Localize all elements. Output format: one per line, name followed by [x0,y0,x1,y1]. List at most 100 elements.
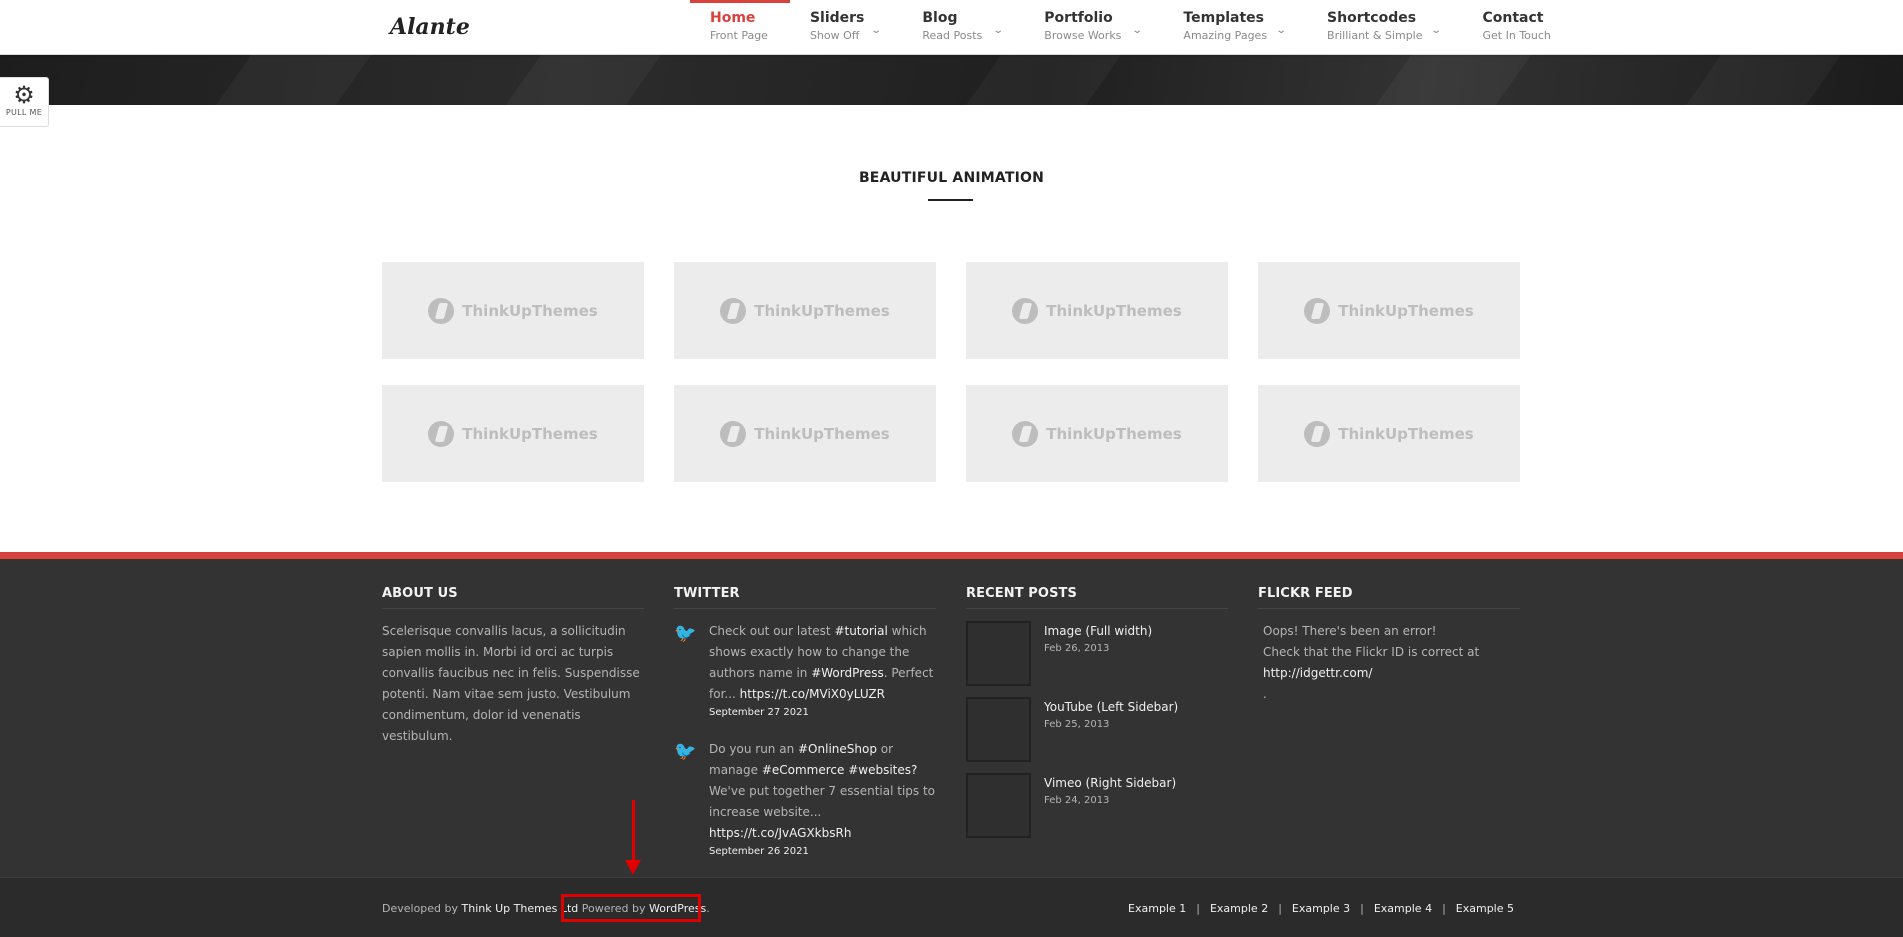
tile-label: ThinkUpThemes [462,301,598,320]
portfolio-tile[interactable]: ThinkUpThemes [382,385,644,482]
tile-label: ThinkUpThemes [1046,301,1182,320]
tile-label: ThinkUpThemes [462,424,598,443]
portfolio-tile[interactable]: ThinkUpThemes [1258,262,1520,359]
portfolio-grid: ThinkUpThemes ThinkUpThemes ThinkUpTheme… [382,262,1521,482]
separator: | [1196,902,1200,915]
hashtag-link[interactable]: #tutorial [834,624,887,638]
nav-subtitle: Get In Touch [1482,29,1551,42]
post-date: Feb 26, 2013 [1044,643,1110,654]
nav-item-home[interactable]: Home Front Page [690,0,790,55]
footer-menu: Example 1 | Example 2 | Example 3 | Example 4 |… [1128,902,1514,915]
tweet: 🐦 Check out our latest #tutorial which s… [674,621,936,721]
tweet-text: Do you run an #OnlineShop or manage #eCo… [709,739,936,844]
footer-link-example-3[interactable]: Example 3 [1292,902,1350,915]
post-title[interactable]: YouTube (Left Sidebar) [1044,698,1178,716]
thinkup-logo-icon [1012,297,1039,324]
hero-banner [0,55,1903,105]
footer-heading: ABOUT US [382,586,644,609]
tweet-text: Check out our latest #tutorial which sho… [709,621,936,705]
nav-item-templates[interactable]: Templates Amazing Pages ⌄ [1163,0,1307,55]
chevron-down-icon: ⌄ [870,25,883,36]
post-info: Vimeo (Right Sidebar) Feb 24, 2013 [1044,773,1176,838]
tweet-link[interactable]: https://t.co/JvAGXkbsRh [709,826,851,840]
nav-item-shortcodes[interactable]: Shortcodes Brilliant & Simple ⌄ [1307,0,1462,55]
nav-title: Portfolio [1044,10,1113,26]
nav-title: Contact [1482,10,1544,26]
post-title[interactable]: Vimeo (Right Sidebar) [1044,774,1176,792]
tweet: 🐦 Do you run an #OnlineShop or manage #e… [674,739,936,860]
thinkup-logo-icon [720,420,747,447]
twitter-bird-icon: 🐦 [674,623,697,644]
flickr-message: Oops! There's been an error! Check that … [1258,621,1520,705]
hashtag-link[interactable]: #WordPress [811,666,883,680]
post-thumbnail[interactable] [966,773,1031,838]
section-title: BEAUTIFUL ANIMATION [858,170,1045,186]
tile-label: ThinkUpThemes [1338,301,1474,320]
recent-post[interactable]: YouTube (Left Sidebar) Feb 25, 2013 [966,697,1228,762]
pull-me-toggle[interactable]: ⚙ PULL ME [0,77,49,127]
tweet-text-part: We've put together 7 essential tips to i… [709,784,936,819]
nav-title: Sliders [809,10,865,26]
footer-heading: FLICKR FEED [1258,586,1520,609]
nav-subtitle: Front Page [710,29,768,42]
portfolio-tile[interactable]: ThinkUpThemes [382,262,644,359]
footer-link-example-2[interactable]: Example 2 [1210,902,1268,915]
thinkup-logo-icon [1304,420,1331,447]
banner-shard [498,55,662,105]
twitter-bird-icon: 🐦 [674,741,697,762]
separator: | [1442,902,1446,915]
nav-item-sliders[interactable]: Sliders Show Off ⌄ [790,0,902,55]
flickr-hint-line: Check that the Flickr ID is correct at [1263,645,1480,659]
footer-link-example-1[interactable]: Example 1 [1128,902,1186,915]
nav-title: Shortcodes [1327,10,1417,26]
portfolio-tile[interactable]: ThinkUpThemes [966,385,1228,482]
footer-heading: RECENT POSTS [966,586,1228,609]
nav-subtitle: Amazing Pages [1183,29,1268,42]
portfolio-tile[interactable]: ThinkUpThemes [1258,385,1520,482]
chevron-down-icon: ⌄ [1430,25,1443,36]
tweet-link[interactable]: https://t.co/MViX0yLUZR [740,687,885,701]
post-info: Image (Full width) Feb 26, 2013 [1044,621,1152,686]
recent-post[interactable]: Vimeo (Right Sidebar) Feb 24, 2013 [966,773,1228,838]
chevron-down-icon: ⌄ [1274,25,1287,36]
post-thumbnail[interactable] [966,621,1031,686]
portfolio-tile[interactable]: ThinkUpThemes [674,385,936,482]
flickr-idgettr-link[interactable]: http://idgettr.com/ [1263,666,1372,680]
portfolio-tile[interactable]: ThinkUpThemes [674,262,936,359]
footer-heading: TWITTER [674,586,936,609]
footer-flickr: FLICKR FEED Oops! There's been an error!… [1258,586,1520,705]
post-info: YouTube (Left Sidebar) Feb 25, 2013 [1044,697,1178,762]
thinkup-logo-icon [1304,297,1331,324]
recent-post[interactable]: Image (Full width) Feb 26, 2013 [966,621,1228,686]
portfolio-tile[interactable]: ThinkUpThemes [966,262,1228,359]
thinkup-logo-icon [1012,420,1039,447]
chevron-down-icon: ⌄ [992,25,1004,36]
footer-twitter: TWITTER 🐦 Check out our latest #tutorial… [674,586,936,860]
nav-item-portfolio[interactable]: Portfolio Browse Works ⌄ [1024,0,1163,55]
hashtag-link[interactable]: #eCommerce #websites? [762,763,918,777]
nav-subtitle: Brilliant & Simple [1327,29,1423,42]
tweet-text-part: Check out our latest [709,624,835,638]
tile-label: ThinkUpThemes [754,424,890,443]
nav-title: Blog [922,10,958,26]
hashtag-link[interactable]: #OnlineShop [798,742,877,756]
post-date: Feb 25, 2013 [1044,719,1110,730]
footer-recent-posts: RECENT POSTS Image (Full width) Feb 26, … [966,586,1228,838]
nav-item-blog[interactable]: Blog Read Posts ⌄ [902,0,1024,55]
copyright-bar: Developed by Think Up Themes Ltd Powered… [0,877,1903,937]
post-thumbnail[interactable] [966,697,1031,762]
nav-subtitle: Browse Works [1044,29,1122,42]
footer-link-example-4[interactable]: Example 4 [1374,902,1432,915]
post-title[interactable]: Image (Full width) [1044,622,1152,640]
flickr-dot: . [1263,687,1267,701]
pull-me-label: PULL ME [5,108,43,117]
tile-label: ThinkUpThemes [1338,424,1474,443]
nav-subtitle: Show Off [809,29,860,42]
footer-link-example-5[interactable]: Example 5 [1456,902,1514,915]
site-header: Alante Home Front Page Sliders Show Off … [0,0,1903,55]
banner-shard [1368,55,1532,105]
tweet-text-part: Do you run an [709,742,798,756]
site-logo[interactable]: Alante [390,14,470,40]
nav-item-contact[interactable]: Contact Get In Touch [1463,0,1571,55]
banner-shard [1678,55,1842,105]
